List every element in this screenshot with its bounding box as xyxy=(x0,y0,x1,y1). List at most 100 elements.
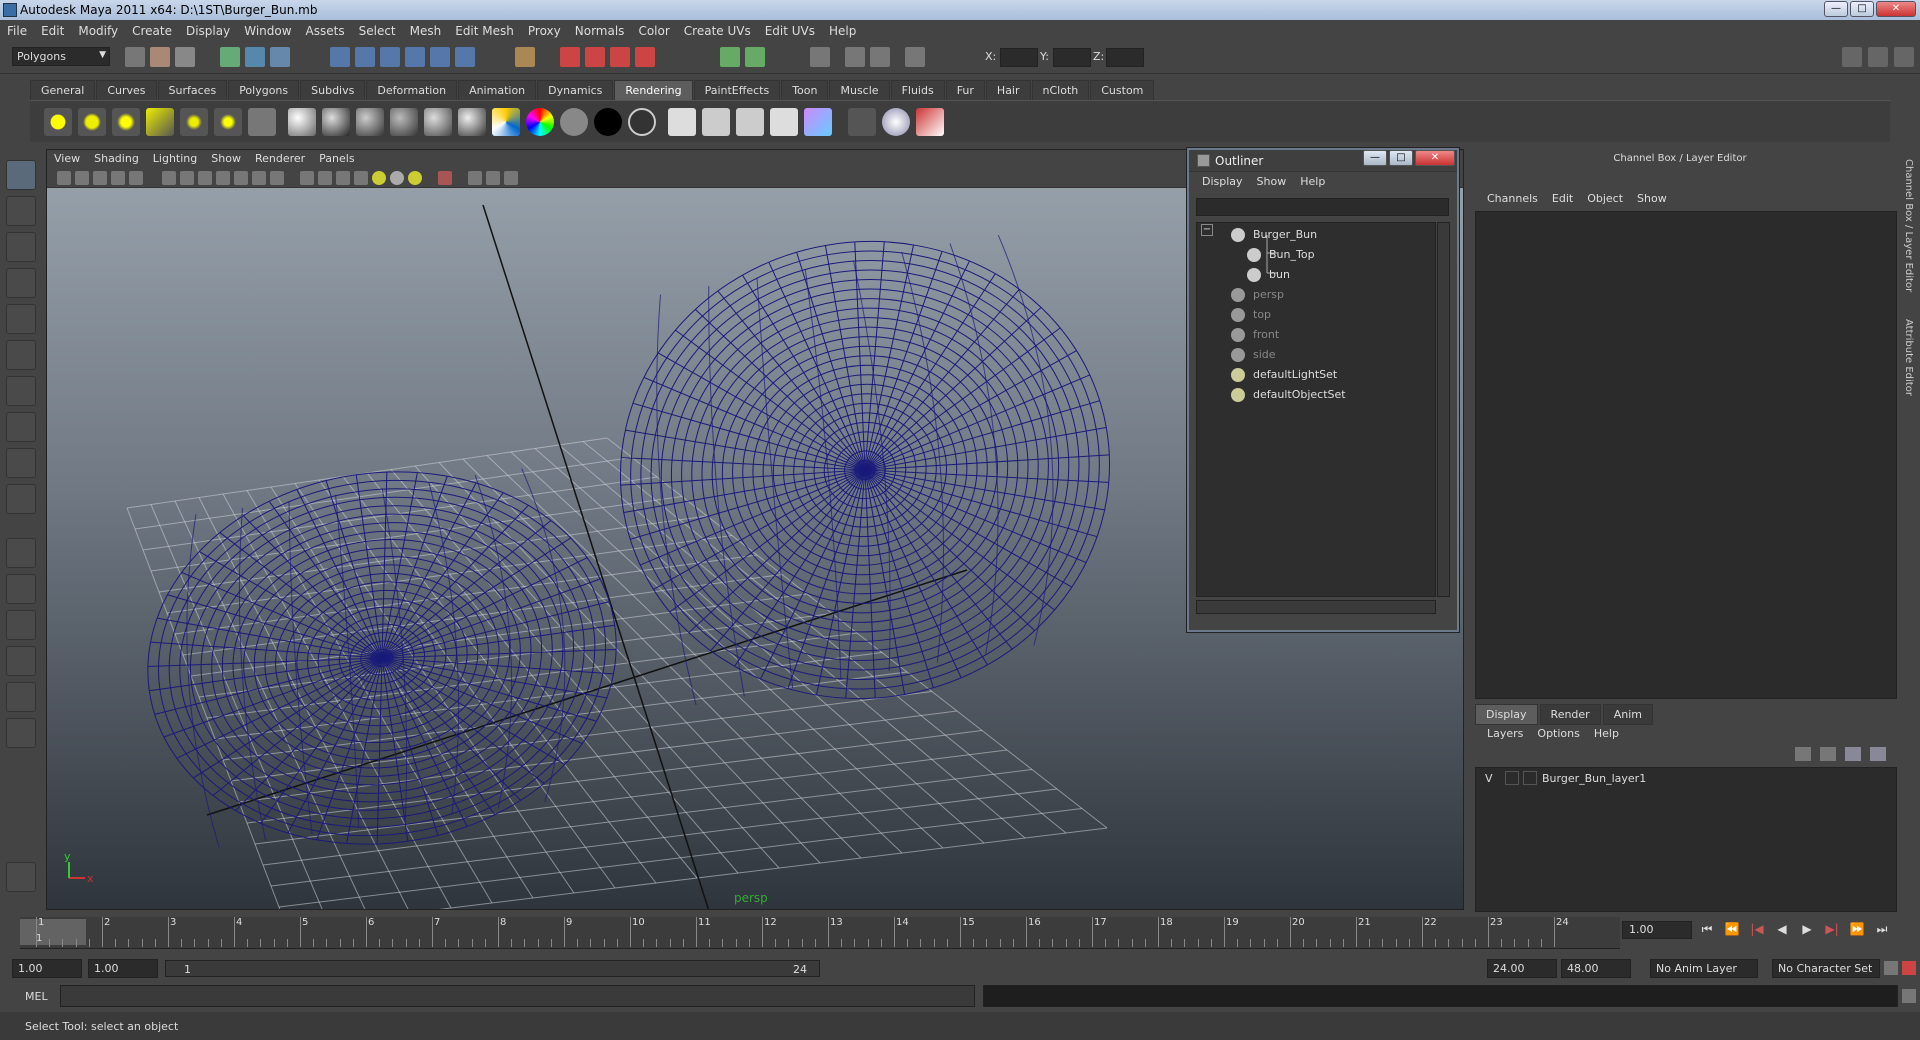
outliner-menu-show[interactable]: Show xyxy=(1250,172,1294,192)
start-time-field[interactable]: 1.00 xyxy=(12,959,82,978)
layer-row[interactable]: V Burger_Bun_layer1 xyxy=(1475,769,1893,789)
step-forward-frame-button[interactable]: ▶| xyxy=(1822,922,1842,940)
new-layer-from-selected-icon[interactable] xyxy=(1870,747,1886,761)
backface-culling-icon[interactable] xyxy=(504,171,518,185)
manipulator-tool-icon[interactable] xyxy=(6,376,36,406)
use-background-icon[interactable] xyxy=(628,108,656,136)
soft-mod-tool-icon[interactable] xyxy=(6,412,36,442)
paint-brush-icon[interactable] xyxy=(916,108,944,136)
menu-select[interactable]: Select xyxy=(352,24,403,38)
use-all-lights-icon[interactable] xyxy=(390,171,404,185)
menu-file[interactable]: File xyxy=(0,24,34,38)
menu-proxy[interactable]: Proxy xyxy=(521,24,568,38)
menu-window[interactable]: Window xyxy=(237,24,298,38)
outliner-item-defaultobjectset[interactable]: defaultObjectSet xyxy=(1197,385,1437,405)
shelf-tab-subdivs[interactable]: Subdivs xyxy=(300,80,366,100)
step-back-frame-button[interactable]: |◀ xyxy=(1747,922,1767,940)
isolate-select-icon[interactable] xyxy=(438,171,452,185)
shelf-tab-polygons[interactable]: Polygons xyxy=(228,80,300,100)
render-sphere-icon[interactable] xyxy=(288,108,316,136)
image-plane-icon[interactable] xyxy=(111,171,125,185)
viewport-menu-view[interactable]: View xyxy=(47,150,87,168)
shelf-tab-rendering[interactable]: Rendering xyxy=(614,80,693,100)
step-back-key-button[interactable]: ⏪ xyxy=(1722,922,1742,940)
menu-edit-mesh[interactable]: Edit Mesh xyxy=(448,24,521,38)
new-scene-icon[interactable] xyxy=(125,47,145,67)
safe-title-icon[interactable] xyxy=(270,171,284,185)
shelf-tab-general[interactable]: General xyxy=(30,80,96,100)
outliner-item-bun[interactable]: bun xyxy=(1197,265,1437,285)
maximize-button[interactable]: □ xyxy=(1850,1,1874,17)
show-manipulator-icon[interactable] xyxy=(6,448,36,478)
y-coordinate-field[interactable] xyxy=(1053,48,1091,67)
move-tool-icon[interactable] xyxy=(6,268,36,298)
channel-menu-object[interactable]: Object xyxy=(1580,192,1630,205)
layer-tab-anim[interactable]: Anim xyxy=(1602,704,1653,725)
shelf-tab-curves[interactable]: Curves xyxy=(96,80,157,100)
shelf-tab-ncloth[interactable]: nCloth xyxy=(1031,80,1090,100)
end-time-field[interactable]: 48.00 xyxy=(1561,959,1631,978)
menu-help[interactable]: Help xyxy=(822,24,863,38)
hypershade-icon[interactable] xyxy=(804,108,832,136)
lasso-tool-icon[interactable] xyxy=(6,196,36,226)
snap-curve-icon[interactable] xyxy=(355,47,375,67)
outliner-item-top[interactable]: top xyxy=(1197,305,1437,325)
shelf-tab-fur[interactable]: Fur xyxy=(945,80,985,100)
use-default-lighting-icon[interactable] xyxy=(372,171,386,185)
viewport-menu-lighting[interactable]: Lighting xyxy=(146,150,204,168)
render-layer-icon[interactable] xyxy=(848,108,876,136)
current-time-field[interactable]: 1.00 xyxy=(1622,921,1692,939)
show-tool-box-icon[interactable] xyxy=(905,47,925,67)
ambient-light-icon[interactable] xyxy=(44,108,72,136)
construction-history-icon[interactable] xyxy=(515,47,535,67)
layer-display-type-toggle[interactable] xyxy=(1505,771,1519,785)
script-editor-icon[interactable] xyxy=(1902,989,1916,1003)
range-slider-bar[interactable]: 1 24 xyxy=(165,960,820,977)
outliner-item-bun-top[interactable]: Bun_Top xyxy=(1197,245,1437,265)
viewport-menu-panels[interactable]: Panels xyxy=(312,150,361,168)
shelf-tab-animation[interactable]: Animation xyxy=(458,80,537,100)
wireframe-mode-icon[interactable] xyxy=(300,171,314,185)
point-light-icon[interactable] xyxy=(112,108,140,136)
outliner-window[interactable]: Outliner — □ ✕ Display Show Help − Burger_… xyxy=(1187,148,1459,632)
minimize-button[interactable]: — xyxy=(1824,1,1848,17)
single-view-layout-icon[interactable] xyxy=(6,538,36,568)
batch-render-icon[interactable] xyxy=(770,108,798,136)
outliner-horizontal-scrollbar[interactable] xyxy=(1196,600,1436,614)
menu-mesh[interactable]: Mesh xyxy=(403,24,449,38)
outliner-filter-field[interactable] xyxy=(1196,198,1449,216)
shelf-tab-toon[interactable]: Toon xyxy=(781,80,829,100)
character-set-dropdown[interactable]: No Character Set xyxy=(1772,959,1880,978)
outliner-item-side[interactable]: side xyxy=(1197,345,1437,365)
menu-display[interactable]: Display xyxy=(179,24,237,38)
shading-map-icon[interactable] xyxy=(560,108,588,136)
textured-icon[interactable] xyxy=(354,171,368,185)
ramp-shader-icon[interactable] xyxy=(526,108,554,136)
command-language-label[interactable]: MEL xyxy=(25,990,48,1003)
playback-start-field[interactable]: 1.00 xyxy=(88,959,158,978)
shelf-tab-surfaces[interactable]: Surfaces xyxy=(157,80,228,100)
open-scene-icon[interactable] xyxy=(150,47,170,67)
grid-toggle-icon[interactable] xyxy=(162,171,176,185)
camera-attributes-icon[interactable] xyxy=(75,171,89,185)
menu-create-uvs[interactable]: Create UVs xyxy=(677,24,758,38)
snap-view-plane-icon[interactable] xyxy=(405,47,425,67)
layer-color-swatch[interactable] xyxy=(1523,771,1537,785)
close-button[interactable]: ✕ xyxy=(1876,1,1916,17)
bookmark-icon[interactable] xyxy=(93,171,107,185)
field-chart-icon[interactable] xyxy=(234,171,248,185)
paint-select-tool-icon[interactable] xyxy=(6,232,36,262)
outliner-item-defaultlightset[interactable]: defaultLightSet xyxy=(1197,365,1437,385)
outliner-minimize-button[interactable]: — xyxy=(1363,150,1387,166)
render-settings-icon[interactable] xyxy=(702,108,730,136)
anisotropic-material-icon[interactable] xyxy=(322,108,350,136)
move-layer-down-icon[interactable] xyxy=(1820,747,1836,761)
blinn-material-icon[interactable] xyxy=(356,108,384,136)
channel-menu-show[interactable]: Show xyxy=(1630,192,1674,205)
outliner-maximize-button[interactable]: □ xyxy=(1389,150,1413,166)
shelf-tab-muscle[interactable]: Muscle xyxy=(829,80,890,100)
select-component-icon[interactable] xyxy=(270,47,290,67)
command-input[interactable] xyxy=(60,985,975,1007)
area-light-icon[interactable] xyxy=(180,108,208,136)
absolute-transform-icon[interactable] xyxy=(745,47,765,67)
